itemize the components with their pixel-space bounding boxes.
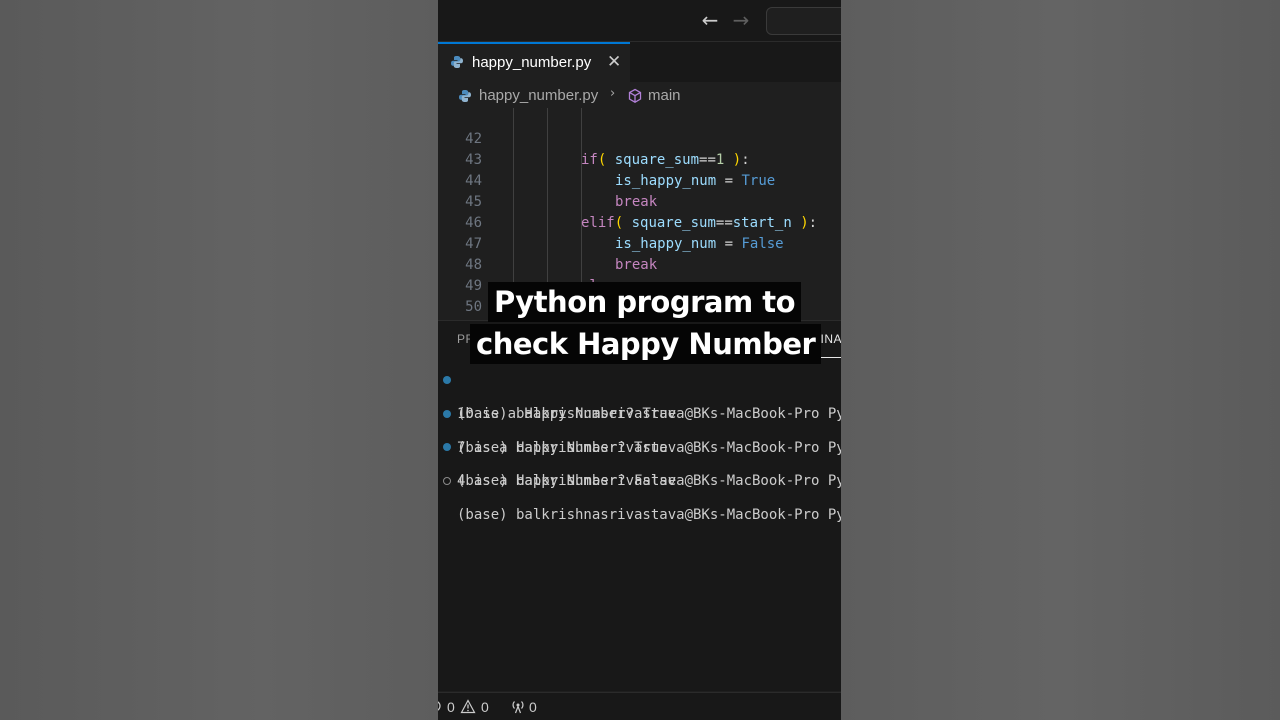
terminal-line: 4 is a Happy Number? False: [457, 473, 677, 489]
blurred-right-background: [841, 0, 1280, 720]
terminal-output[interactable]: (base) balkrishnasrivastava@BKs-MacBook-…: [438, 361, 841, 691]
arrow-left-icon[interactable]: ←: [699, 8, 721, 32]
code-line: 47 break: [438, 213, 841, 273]
code-line: 45 elif( square_sum==start_n ):: [438, 171, 841, 231]
symbol-method-icon: [628, 88, 642, 103]
caption-line-1: Python program to: [488, 282, 802, 322]
video-caption: Python program to check Happy Number: [470, 282, 822, 366]
python-file-icon: [459, 90, 471, 102]
breadcrumb-symbol[interactable]: main: [648, 87, 681, 104]
caption-line-2: check Happy Number: [470, 324, 822, 364]
error-count[interactable]: 0: [447, 699, 455, 715]
code-line: 48 else:: [438, 234, 841, 294]
broadcast-icon[interactable]: [510, 699, 526, 717]
command-success-icon: [443, 410, 451, 418]
code-line: 46 is_happy_num = False: [438, 192, 841, 252]
warning-icon[interactable]: [460, 699, 476, 717]
python-file-icon: [451, 56, 463, 68]
blurred-left-background: [0, 0, 438, 720]
chevron-right-icon: ›: [610, 86, 616, 101]
breadcrumb-file[interactable]: happy_number.py: [479, 87, 598, 104]
warning-count[interactable]: 0: [481, 699, 489, 715]
arrow-right-icon[interactable]: →: [730, 8, 752, 32]
editor-tab-bar: happy_number.py ✕: [438, 42, 841, 82]
command-center-search[interactable]: [766, 7, 841, 35]
code-line: 43 is_happy_num = True: [438, 129, 841, 189]
title-bar: ← →: [438, 0, 841, 42]
tab-label: happy_number.py: [472, 54, 592, 71]
command-success-icon: [443, 376, 451, 384]
tab-happy-number-py[interactable]: happy_number.py ✕: [438, 42, 630, 82]
code-line: 49 n = square_sum: [438, 255, 841, 315]
code-line: 42 if( square_sum==1 ):: [438, 108, 841, 168]
close-icon[interactable]: ✕: [607, 52, 621, 72]
terminal-line: 7 is a Happy Number? True: [457, 440, 668, 456]
terminal-line: (base) balkrishnasrivastava@BKs-MacBook-…: [438, 406, 841, 456]
terminal-line: 10 is a Happy Number? True: [457, 406, 677, 422]
terminal-line: (base) balkrishnasrivastava@BKs-MacBook-…: [438, 439, 841, 489]
breadcrumb: happy_number.py › main: [438, 83, 841, 109]
code-line: 44 break: [438, 150, 841, 210]
command-pending-icon: [443, 477, 451, 485]
status-bar: 0 0 0: [438, 692, 841, 720]
ports-count[interactable]: 0: [529, 699, 537, 715]
terminal-line: (base) balkrishnasrivastava@BKs-MacBook-…: [438, 473, 841, 523]
error-icon[interactable]: [438, 699, 444, 716]
command-success-icon: [443, 443, 451, 451]
terminal-line: (base) balkrishnasrivastava@BKs-MacBook-…: [438, 372, 841, 422]
